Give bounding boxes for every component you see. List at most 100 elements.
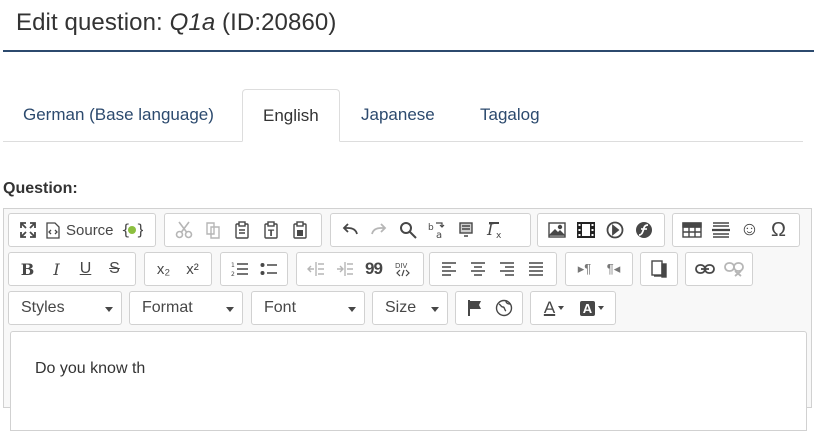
toolbar-group-misc <box>455 291 523 325</box>
toolbar-group-lists: 1 2 <box>220 252 288 286</box>
table-icon <box>681 222 702 238</box>
select-all-button[interactable] <box>451 216 480 244</box>
omega-icon: Ω <box>771 218 786 241</box>
align-left-button[interactable] <box>434 255 463 283</box>
video-button[interactable] <box>571 216 600 244</box>
bold-button[interactable]: B <box>13 255 42 283</box>
indent-icon <box>336 262 353 276</box>
language-button[interactable] <box>489 294 518 322</box>
chevron-down-icon <box>348 307 356 312</box>
text-color-icon: A <box>543 298 556 317</box>
underline-icon: U <box>79 260 92 277</box>
toolbar-group-align <box>429 252 557 286</box>
format-label: Format <box>142 299 193 316</box>
align-right-button[interactable] <box>492 255 521 283</box>
scissors-icon <box>175 221 192 239</box>
question-label: Question: <box>3 180 78 197</box>
strikethrough-icon: S <box>109 260 120 277</box>
language-tabs: German (Base language) English Japanese … <box>3 89 803 142</box>
link-button[interactable] <box>690 255 719 283</box>
maximize-button[interactable] <box>13 216 42 244</box>
paste-text-button[interactable]: T <box>256 216 285 244</box>
rich-text-editor: Source { } <box>3 208 812 431</box>
bullet-list-button[interactable] <box>254 255 283 283</box>
table-button[interactable] <box>677 216 706 244</box>
flash-button[interactable] <box>629 216 658 244</box>
strike-button[interactable]: S <box>100 255 129 283</box>
replace-icon: b a <box>428 222 444 239</box>
paste-word-icon <box>292 221 307 239</box>
background-color-icon: A <box>579 300 596 316</box>
cut-button[interactable] <box>169 216 198 244</box>
format-combo[interactable]: Format <box>129 291 243 325</box>
toolbar-group-document: Source { } <box>8 213 156 247</box>
anchor-button[interactable] <box>460 294 489 322</box>
underline-button[interactable]: U <box>71 255 100 283</box>
svg-text:2: 2 <box>231 271 235 277</box>
subscript-button[interactable]: x₂ <box>149 255 178 283</box>
replace-button[interactable]: b a <box>422 216 451 244</box>
numbered-list-button[interactable]: 1 2 <box>225 255 254 283</box>
toolbar-group-template <box>640 252 678 286</box>
horizontal-rule-button[interactable] <box>706 216 735 244</box>
select-all-icon <box>458 222 473 237</box>
tab-japanese[interactable]: Japanese <box>341 89 455 142</box>
paste-button[interactable] <box>227 216 256 244</box>
chevron-down-icon <box>431 307 439 312</box>
ltr-button[interactable]: ▸¶ <box>570 255 599 283</box>
svg-text:a: a <box>436 230 442 239</box>
flag-icon <box>467 300 481 316</box>
italic-icon: I <box>53 259 60 279</box>
italic-button[interactable]: I <box>42 255 71 283</box>
source-label: Source <box>66 221 114 239</box>
align-right-icon <box>499 262 514 276</box>
blockquote-button[interactable]: 99 <box>359 255 388 283</box>
svg-text:b: b <box>428 223 434 233</box>
copy-button[interactable] <box>198 216 227 244</box>
template-icon <box>651 260 667 278</box>
create-div-button[interactable]: DIV <box>388 255 417 283</box>
indent-button[interactable] <box>330 255 359 283</box>
align-center-button[interactable] <box>463 255 492 283</box>
unlink-button[interactable] <box>719 255 748 283</box>
redo-icon <box>370 223 386 235</box>
size-label: Size <box>385 299 417 316</box>
templates-button[interactable] <box>645 255 673 283</box>
maximize-icon <box>19 222 36 238</box>
question-code: Q1a <box>169 9 216 36</box>
media-embed-button[interactable] <box>600 216 629 244</box>
chevron-down-icon <box>558 306 565 310</box>
svg-text:1: 1 <box>231 262 235 269</box>
placeholder-button[interactable]: { } <box>118 216 147 244</box>
size-combo[interactable]: Size <box>372 291 448 325</box>
smiley-button[interactable]: ☺ <box>735 216 764 244</box>
special-char-button[interactable]: Ω <box>764 216 793 244</box>
tab-english[interactable]: English <box>242 89 340 142</box>
font-combo[interactable]: Font <box>251 291 365 325</box>
rtl-button[interactable]: ¶◂ <box>599 255 628 283</box>
justify-button[interactable] <box>521 255 550 283</box>
unlink-icon <box>723 262 744 277</box>
tab-tagalog[interactable]: Tagalog <box>460 89 560 142</box>
play-circle-icon <box>606 221 623 239</box>
superscript-button[interactable]: x² <box>178 255 207 283</box>
source-button[interactable]: Source <box>42 216 118 244</box>
tab-german[interactable]: German (Base language) <box>3 89 234 142</box>
toolbar-group-clipboard: T <box>164 213 322 247</box>
toolbar-group-blocks: 99 DIV <box>296 252 424 286</box>
outdent-icon <box>306 262 324 276</box>
styles-label: Styles <box>21 299 65 316</box>
find-button[interactable] <box>393 216 422 244</box>
image-button[interactable] <box>542 216 571 244</box>
undo-button[interactable] <box>335 216 364 244</box>
paste-word-button[interactable] <box>285 216 314 244</box>
redo-button[interactable] <box>364 216 393 244</box>
editor-content-area[interactable]: Do you know th <box>10 331 807 431</box>
bg-color-button[interactable]: A <box>573 294 611 322</box>
remove-format-button[interactable]: I x <box>480 216 509 244</box>
toolbar-group-insert: ☺ Ω <box>672 213 800 247</box>
text-color-button[interactable]: A <box>535 294 573 322</box>
outdent-button[interactable] <box>301 255 330 283</box>
styles-combo[interactable]: Styles <box>8 291 122 325</box>
image-icon <box>547 222 566 238</box>
